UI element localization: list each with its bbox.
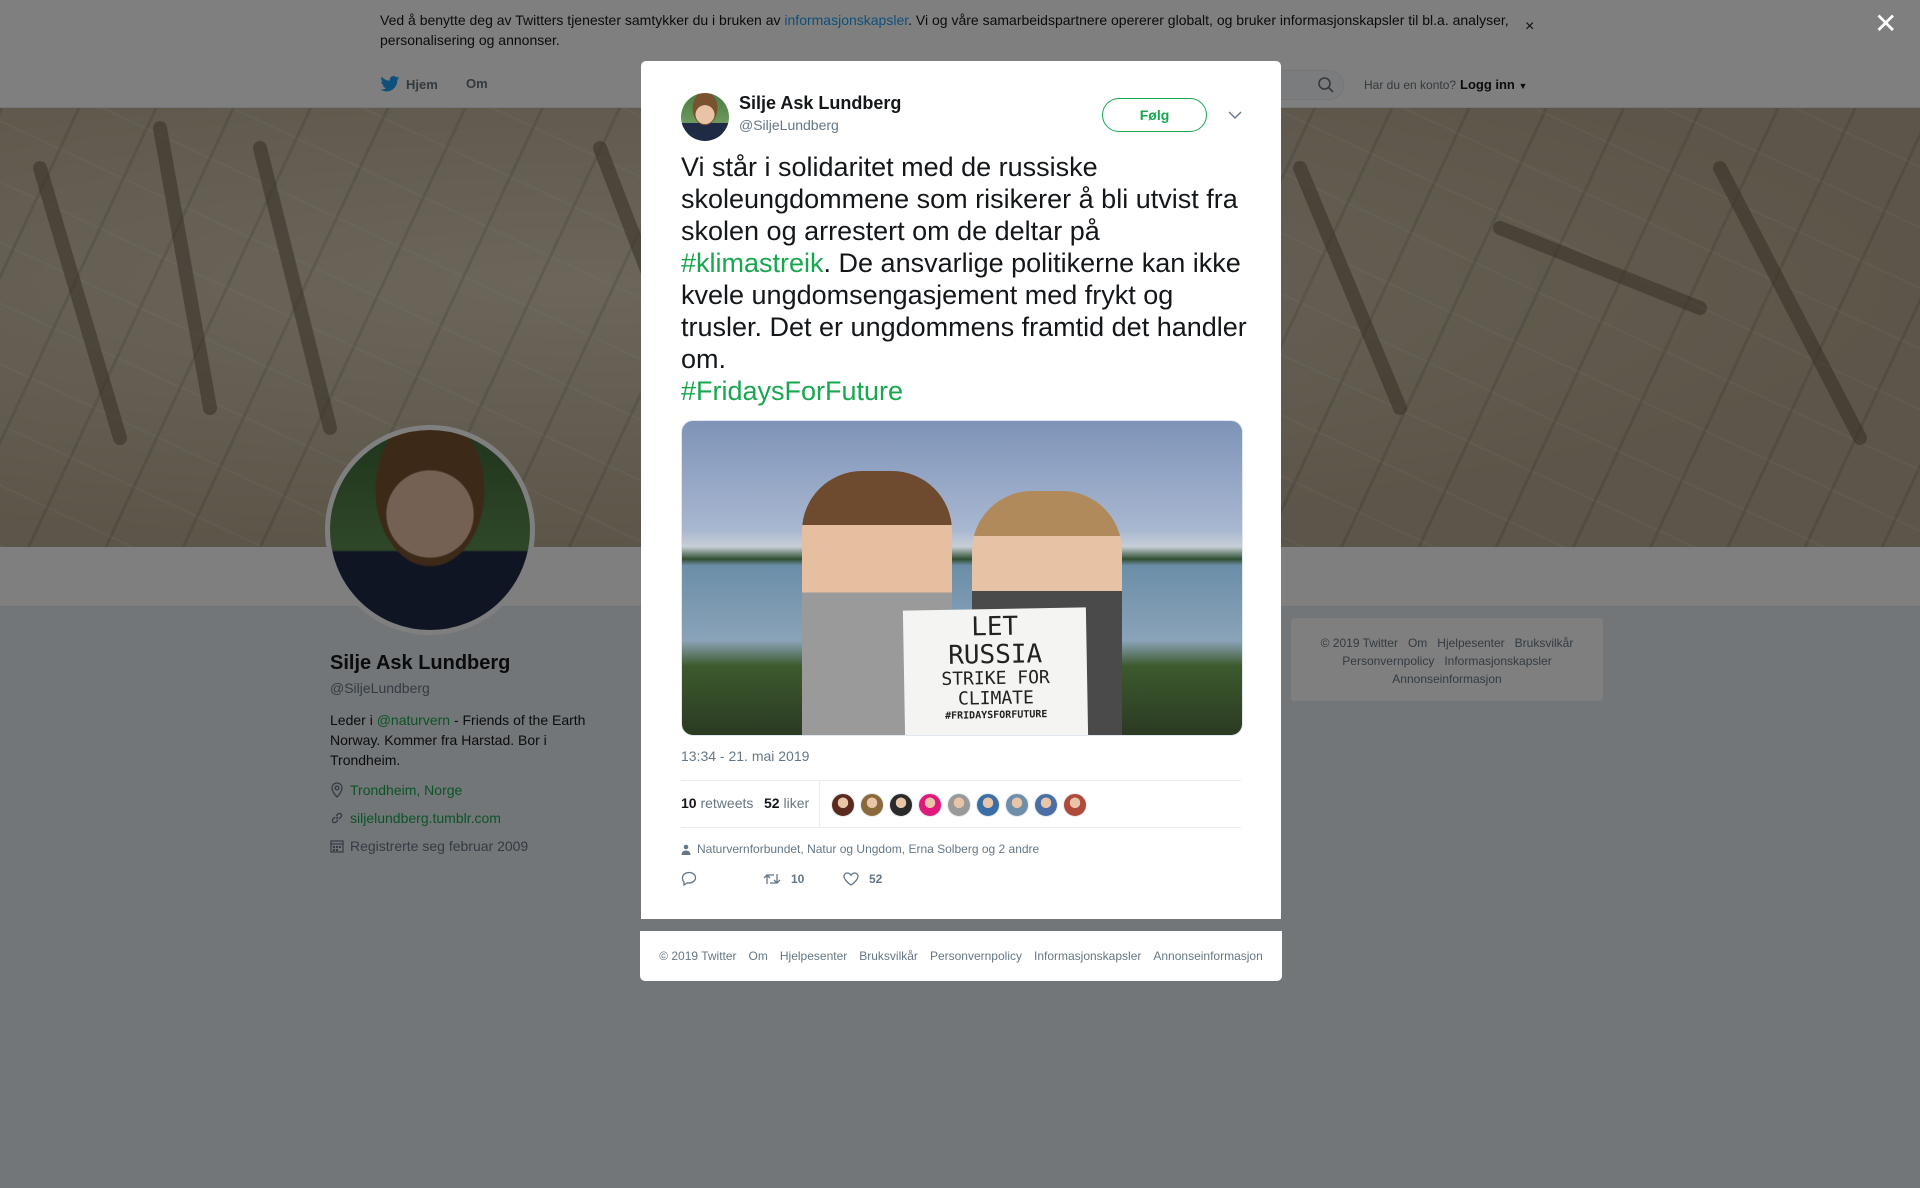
sign-line-4: #FRIDAYSFORFUTURE bbox=[944, 709, 1048, 722]
chevron-down-icon bbox=[1228, 111, 1242, 119]
stats-divider bbox=[819, 781, 820, 828]
close-modal-icon[interactable]: ✕ bbox=[1874, 10, 1897, 38]
tweet-author-handle[interactable]: @SiljeLundberg bbox=[739, 117, 839, 133]
tweet-modal: Silje Ask Lundberg @SiljeLundberg Følg V… bbox=[641, 61, 1281, 919]
reply-icon bbox=[681, 871, 697, 886]
modal-footer-link-privacy[interactable]: Personvernpolicy bbox=[930, 949, 1022, 963]
tweet-timestamp[interactable]: 13:34 - 21. mai 2019 bbox=[681, 748, 809, 764]
modal-footer-link-help[interactable]: Hjelpesenter bbox=[780, 949, 847, 963]
likes-count: 52 bbox=[764, 795, 780, 811]
tweet-text: Vi står i solidaritet med de russiske sk… bbox=[681, 151, 1251, 407]
like-button[interactable]: 52 bbox=[843, 872, 882, 886]
more-options-button[interactable] bbox=[1225, 105, 1245, 125]
retweets-label: retweets bbox=[700, 795, 754, 811]
hashtag-fridaysforfuture[interactable]: #FridaysForFuture bbox=[681, 376, 903, 406]
social-context-text[interactable]: Naturvernforbundet, Natur og Ungdom, Ern… bbox=[697, 842, 1039, 856]
tweet-text-part: Vi står i solidaritet med de russiske sk… bbox=[681, 152, 1238, 246]
liker-avatar[interactable] bbox=[1005, 793, 1029, 817]
retweets-stat[interactable]: 10 retweets bbox=[681, 795, 753, 811]
like-action-count: 52 bbox=[869, 871, 883, 886]
retweets-count: 10 bbox=[681, 795, 697, 811]
photo-protest-sign: LET RUSSIA STRIKE FOR CLIMATE #FRIDAYSFO… bbox=[902, 607, 1089, 735]
likes-label: liker bbox=[783, 795, 810, 811]
tweet-author-name[interactable]: Silje Ask Lundberg bbox=[739, 93, 901, 114]
likes-stat[interactable]: 52 liker bbox=[764, 795, 809, 811]
tweet-photo[interactable]: LET RUSSIA STRIKE FOR CLIMATE #FRIDAYSFO… bbox=[681, 420, 1243, 736]
liker-avatar[interactable] bbox=[831, 793, 855, 817]
liker-avatars bbox=[831, 793, 1087, 817]
sign-line-1: LET bbox=[970, 611, 1019, 643]
tweet-stats: 10 retweets 52 liker bbox=[681, 780, 1241, 828]
modal-footer-link-terms[interactable]: Bruksvilkår bbox=[859, 949, 918, 963]
modal-footer-link-cookies[interactable]: Informasjonskapsler bbox=[1034, 949, 1141, 963]
liker-avatar[interactable] bbox=[889, 793, 913, 817]
liker-avatar[interactable] bbox=[918, 793, 942, 817]
modal-footer-link-ads-info[interactable]: Annonseinformasjon bbox=[1153, 949, 1262, 963]
liker-avatar[interactable] bbox=[860, 793, 884, 817]
sign-line-2: RUSSIA bbox=[947, 639, 1043, 671]
liker-avatar[interactable] bbox=[976, 793, 1000, 817]
liker-avatar[interactable] bbox=[1034, 793, 1058, 817]
hashtag-klimastreik[interactable]: #klimastreik bbox=[681, 248, 824, 278]
modal-footer: © 2019 Twitter Om Hjelpesenter Bruksvilk… bbox=[640, 931, 1282, 981]
tweet-actions: 10 52 bbox=[681, 871, 882, 886]
retweet-icon bbox=[763, 873, 781, 884]
retweet-button[interactable]: 10 bbox=[763, 872, 843, 886]
retweet-action-count: 10 bbox=[791, 871, 805, 886]
person-icon bbox=[681, 844, 691, 855]
liker-avatar[interactable] bbox=[1063, 793, 1087, 817]
modal-footer-copyright: © 2019 Twitter bbox=[659, 949, 737, 963]
tweet-author-avatar[interactable] bbox=[681, 93, 729, 141]
sign-line-3: STRIKE FOR CLIMATE bbox=[941, 667, 1050, 710]
follow-button[interactable]: Følg bbox=[1102, 98, 1207, 132]
modal-footer-link-om[interactable]: Om bbox=[749, 949, 768, 963]
social-context: Naturvernforbundet, Natur og Ungdom, Ern… bbox=[681, 842, 1039, 856]
heart-icon bbox=[843, 871, 859, 886]
liker-avatar[interactable] bbox=[947, 793, 971, 817]
reply-button[interactable] bbox=[681, 871, 763, 886]
